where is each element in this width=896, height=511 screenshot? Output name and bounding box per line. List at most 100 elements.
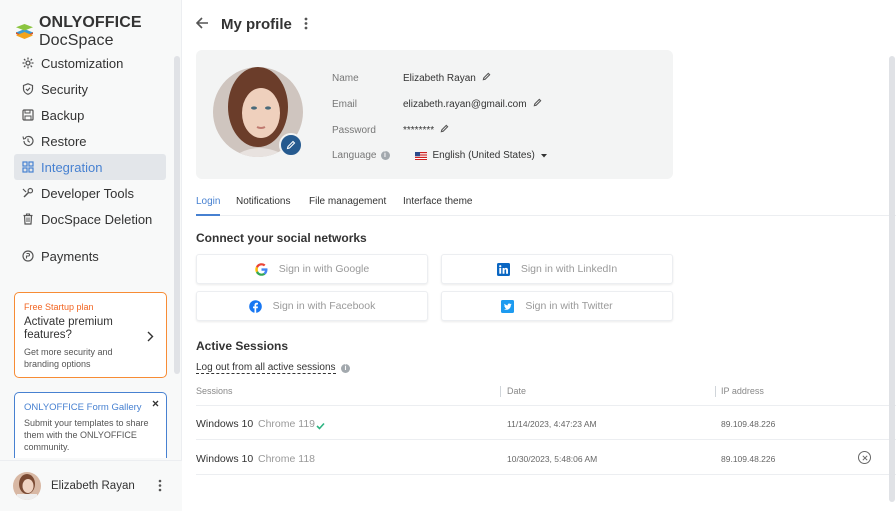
pencil-icon[interactable]	[482, 72, 491, 84]
table-row[interactable]: Windows 10 Chrome 119 11/14/2023, 4:47:2…	[196, 406, 896, 440]
sidebar-item-integration[interactable]: Integration	[14, 154, 166, 180]
sidebar-item-label: Backup	[41, 107, 85, 123]
close-icon[interactable]	[152, 398, 159, 410]
password-row: Password ********	[332, 124, 449, 136]
current-user-bar[interactable]: Elizabeth Rayan	[0, 460, 182, 511]
sidebar-item-label: Developer Tools	[41, 185, 134, 201]
language-label: Language	[332, 150, 377, 161]
app-logo[interactable]: ONLYOFFICE DocSpace	[15, 14, 181, 50]
sidebar-item-developer-tools[interactable]: Developer Tools	[14, 180, 166, 206]
sidebar-item-payments[interactable]: Payments	[14, 243, 166, 269]
pencil-icon[interactable]	[440, 124, 449, 136]
form-gallery-banner[interactable]: ONLYOFFICE Form Gallery Submit your temp…	[14, 392, 167, 458]
page-title: My profile	[221, 16, 292, 33]
language-row: Language i English (United States)	[332, 150, 547, 161]
password-label: Password	[332, 124, 376, 136]
sidebar-item-docspace-deletion[interactable]: DocSpace Deletion	[14, 206, 166, 232]
column-header-date: Date	[507, 386, 527, 396]
us-flag-icon	[414, 151, 427, 160]
promo-subtitle: Get more security and branding options	[24, 347, 113, 369]
shield-icon	[22, 83, 34, 95]
sidebar-item-label: Security	[41, 81, 88, 97]
sidebar-scrollbar[interactable]	[174, 56, 180, 374]
name-value: Elizabeth Rayan	[403, 72, 476, 84]
gallery-subtitle: Submit your templates to share them with…	[24, 418, 149, 452]
sidebar-item-security[interactable]: Security	[14, 76, 166, 102]
tab-file-management[interactable]: File management	[309, 196, 386, 216]
check-icon	[316, 418, 325, 433]
session-browser: Chrome 119	[258, 418, 316, 430]
sidebar-item-customization[interactable]: Customization	[14, 50, 166, 76]
tab-notifications[interactable]: Notifications	[236, 196, 290, 216]
more-vertical-icon[interactable]	[158, 479, 162, 495]
logout-all-sessions-link[interactable]: Log out from all active sessions	[196, 362, 336, 374]
promo-banner[interactable]: Free Startup plan Activate premium featu…	[14, 292, 167, 378]
session-os: Windows 10	[196, 453, 254, 465]
session-os: Windows 10	[196, 418, 254, 430]
name-row: Name Elizabeth Rayan	[332, 72, 491, 84]
history-icon	[22, 135, 34, 147]
sidebar-item-label: Restore	[41, 133, 87, 149]
language-selector[interactable]: English (United States)	[414, 150, 547, 161]
pencil-icon	[286, 138, 296, 153]
onlyoffice-logo-icon	[15, 23, 34, 42]
name-label: Name	[332, 72, 359, 84]
column-resize-handle[interactable]	[500, 386, 501, 397]
tab-interface-theme[interactable]: Interface theme	[403, 196, 472, 216]
google-icon	[255, 262, 268, 276]
promo-tag: Free Startup plan	[24, 302, 94, 312]
google-signin-label: Sign in with Google	[278, 263, 370, 275]
column-resize-handle[interactable]	[715, 386, 716, 397]
linkedin-signin-label: Sign in with LinkedIn	[520, 263, 618, 275]
current-user-name: Elizabeth Rayan	[51, 480, 135, 492]
twitter-signin-button[interactable]: Sign in with Twitter	[441, 291, 673, 321]
pencil-icon[interactable]	[533, 98, 542, 110]
session-browser: Chrome 118	[258, 453, 316, 465]
edit-avatar-button[interactable]	[279, 133, 303, 157]
info-icon[interactable]: i	[341, 364, 350, 373]
save-icon	[22, 109, 34, 121]
settings-nav: Customization Security Backup Restore In…	[14, 50, 166, 269]
tab-login[interactable]: Login	[196, 196, 221, 216]
caret-down-icon	[540, 150, 547, 161]
sidebar-item-restore[interactable]: Restore	[14, 128, 166, 154]
email-value: elizabeth.rayan@gmail.com	[403, 98, 527, 110]
info-icon[interactable]: i	[380, 151, 390, 160]
email-row: Email elizabeth.rayan@gmail.com	[332, 98, 542, 110]
sidebar-item-label: Payments	[41, 248, 99, 264]
social-networks-title: Connect your social networks	[196, 231, 367, 245]
profile-tabs: Login Notifications File management Inte…	[196, 196, 896, 216]
sidebar: ONLYOFFICE DocSpace Customization Securi…	[0, 0, 182, 511]
gallery-title: ONLYOFFICE Form Gallery	[24, 402, 142, 413]
sidebar-item-label: Customization	[41, 55, 124, 71]
table-row[interactable]: Windows 10 Chrome 118 10/30/2023, 5:48:0…	[196, 441, 896, 475]
linkedin-icon	[496, 262, 510, 276]
avatar[interactable]	[13, 472, 41, 500]
sidebar-item-label: Integration	[41, 159, 103, 175]
remove-session-icon[interactable]	[858, 451, 871, 464]
session-date: 10/30/2023, 5:48:06 AM	[507, 454, 598, 464]
arrow-left-icon[interactable]	[195, 17, 209, 32]
linkedin-signin-button[interactable]: Sign in with LinkedIn	[441, 254, 673, 284]
promo-title: Activate premium features?	[24, 316, 113, 341]
column-header-sessions: Sessions	[196, 386, 233, 396]
grid-icon	[22, 161, 34, 173]
gear-icon	[22, 57, 34, 69]
sessions-table-header: Sessions Date IP address	[196, 384, 896, 406]
password-value: ********	[403, 124, 435, 136]
google-signin-button[interactable]: Sign in with Google	[196, 254, 428, 284]
active-sessions-title: Active Sessions	[196, 339, 289, 353]
twitter-signin-label: Sign in with Twitter	[525, 300, 613, 312]
main-scrollbar[interactable]	[889, 56, 895, 502]
more-vertical-icon[interactable]	[304, 17, 308, 33]
sidebar-item-backup[interactable]: Backup	[14, 102, 166, 128]
session-ip: 89.109.48.226	[721, 419, 776, 429]
session-ip: 89.109.48.226	[721, 454, 776, 464]
session-date: 11/14/2023, 4:47:23 AM	[507, 419, 597, 429]
facebook-signin-button[interactable]: Sign in with Facebook	[196, 291, 428, 321]
profile-card: Name Elizabeth Rayan Email elizabeth.ray…	[196, 50, 673, 179]
page-header: My profile	[195, 16, 308, 33]
app-logo-text: ONLYOFFICE DocSpace	[39, 14, 142, 49]
facebook-icon	[248, 299, 262, 313]
